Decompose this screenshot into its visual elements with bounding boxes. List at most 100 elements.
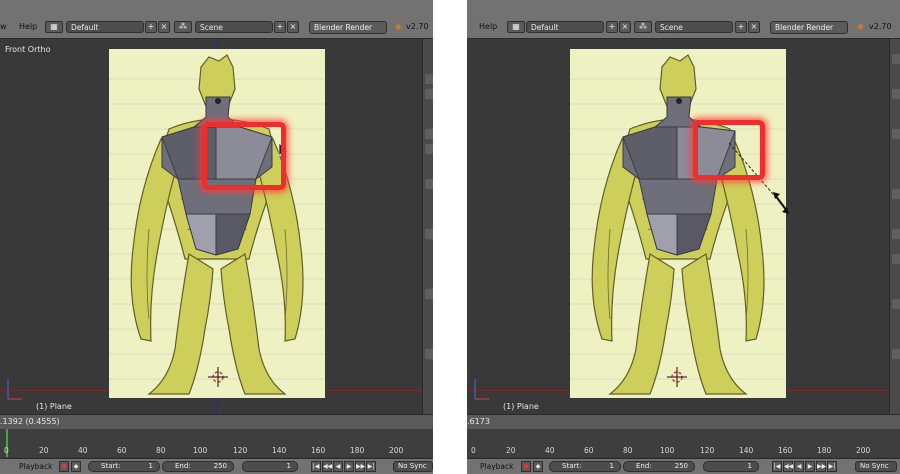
tick-label: 40: [78, 446, 88, 455]
scene-field[interactable]: Scene: [655, 21, 733, 33]
help-menu[interactable]: Help: [479, 22, 497, 32]
sidebar-button[interactable]: [425, 289, 433, 299]
sidebar-button[interactable]: [892, 229, 900, 239]
scene-field[interactable]: Scene: [195, 21, 273, 33]
tick-label: 100: [660, 446, 675, 455]
jump-end-icon[interactable]: ▶|: [366, 461, 376, 472]
sidebar-button[interactable]: [425, 144, 433, 154]
sidebar-button[interactable]: [892, 54, 900, 64]
sidebar-button[interactable]: [425, 129, 433, 139]
jump-keyframe-forward-icon[interactable]: ▶▶: [816, 461, 826, 472]
record-icon[interactable]: ●: [59, 461, 69, 472]
scene-icon[interactable]: ⁂: [174, 21, 192, 33]
play-reverse-icon[interactable]: ◀: [333, 461, 343, 472]
3d-viewport[interactable]: Front Ortho (1) Plane: [0, 39, 422, 414]
status-bar: .1392 (0.4555): [0, 414, 433, 429]
timeline[interactable]: [467, 429, 900, 457]
render-engine-select[interactable]: Blender Render: [770, 21, 848, 34]
layout-field[interactable]: Default: [66, 21, 144, 33]
sidebar-button[interactable]: [425, 89, 433, 99]
properties-sidebar[interactable]: [889, 39, 900, 414]
tick-label: 120: [700, 446, 715, 455]
view-menu-fragment[interactable]: w: [0, 22, 7, 32]
right-screenshot: Help ▦ Default + × ⁂ Scene + × Blender R…: [467, 0, 900, 474]
close-icon[interactable]: ×: [287, 21, 299, 33]
play-icon[interactable]: ▶: [805, 461, 815, 472]
start-frame-field[interactable]: Start: 1: [549, 461, 621, 472]
status-readout: .6173: [467, 417, 490, 426]
tick-label: 40: [545, 446, 555, 455]
current-frame-field[interactable]: 1: [242, 461, 298, 472]
jump-start-icon[interactable]: |◀: [311, 461, 321, 472]
timeline[interactable]: [0, 429, 433, 457]
keyframe-icon[interactable]: ◆: [71, 461, 81, 472]
sidebar-button[interactable]: [425, 229, 433, 239]
close-icon[interactable]: ×: [619, 21, 631, 33]
timeline-footer: Playback ● ◆ Start: 1 End: 250 1 |◀ ◀◀ ◀ ▶…: [467, 458, 900, 474]
sidebar-button[interactable]: [425, 349, 433, 359]
sidebar-button[interactable]: [892, 299, 900, 309]
mesh-overlay: [474, 96, 789, 400]
tick-label: 80: [156, 446, 166, 455]
record-icon[interactable]: ●: [521, 461, 531, 472]
version-label: v2.70: [869, 22, 892, 31]
help-menu[interactable]: Help: [19, 22, 37, 32]
axis-gizmo: [7, 379, 22, 400]
jump-keyframe-back-icon[interactable]: ◀◀: [783, 461, 793, 472]
sidebar-button[interactable]: [892, 349, 900, 359]
sidebar-button[interactable]: [892, 129, 900, 139]
jump-keyframe-back-icon[interactable]: ◀◀: [322, 461, 332, 472]
version-label: v2.70: [406, 22, 429, 31]
sidebar-button[interactable]: [425, 74, 433, 84]
tick-label: 160: [778, 446, 793, 455]
add-icon[interactable]: +: [606, 21, 618, 33]
close-icon[interactable]: ×: [748, 21, 760, 33]
sidebar-button[interactable]: [425, 179, 433, 189]
tick-label: 0: [471, 446, 476, 455]
jump-keyframe-forward-icon[interactable]: ▶▶: [355, 461, 365, 472]
properties-sidebar[interactable]: [422, 39, 433, 414]
sync-select[interactable]: No Sync: [393, 461, 433, 472]
tick-label: 140: [739, 446, 754, 455]
end-frame-field[interactable]: End: 250: [623, 461, 695, 472]
start-frame-field[interactable]: Start: 1: [88, 461, 160, 472]
axis-gizmo: [474, 379, 489, 400]
status-bar: .6173: [467, 414, 900, 429]
3d-viewport[interactable]: (1) Plane: [467, 39, 889, 414]
tick-label: 60: [117, 446, 127, 455]
current-frame-field[interactable]: 1: [703, 461, 759, 472]
add-icon[interactable]: +: [735, 21, 747, 33]
object-name: (1) Plane: [503, 402, 539, 411]
mesh-overlay: [7, 96, 289, 400]
blender-logo-icon: ◉: [395, 22, 402, 31]
tick-label: 160: [311, 446, 326, 455]
tick-label: 120: [233, 446, 248, 455]
sidebar-button[interactable]: [892, 89, 900, 99]
playback-menu[interactable]: Playback: [19, 462, 52, 471]
add-icon[interactable]: +: [274, 21, 286, 33]
jump-start-icon[interactable]: |◀: [772, 461, 782, 472]
tick-label: 140: [272, 446, 287, 455]
view-name: Front Ortho: [5, 45, 51, 54]
sidebar-button[interactable]: [892, 254, 900, 264]
layout-field[interactable]: Default: [526, 21, 604, 33]
left-screenshot: w Help ▦ Default + × ⁂ Scene + × Blender…: [0, 0, 433, 474]
jump-end-icon[interactable]: ▶|: [827, 461, 837, 472]
render-engine-select[interactable]: Blender Render: [309, 21, 387, 34]
play-reverse-icon[interactable]: ◀: [794, 461, 804, 472]
keyframe-icon[interactable]: ◆: [533, 461, 543, 472]
timeline-footer: Playback ● ◆ Start: 1 End: 250 1 |◀ ◀◀ ◀ ▶…: [0, 458, 433, 474]
close-icon[interactable]: ×: [158, 21, 170, 33]
end-frame-field[interactable]: End: 250: [162, 461, 234, 472]
add-icon[interactable]: +: [145, 21, 157, 33]
layout-icon[interactable]: ▦: [45, 21, 63, 33]
playback-menu[interactable]: Playback: [480, 462, 513, 471]
object-name: (1) Plane: [36, 402, 72, 411]
sync-select[interactable]: No Sync: [855, 461, 897, 472]
tick-label: 20: [39, 446, 49, 455]
sidebar-button[interactable]: [892, 189, 900, 199]
tick-label: 100: [193, 446, 208, 455]
layout-icon[interactable]: ▦: [507, 21, 525, 33]
scene-icon[interactable]: ⁂: [634, 21, 652, 33]
play-icon[interactable]: ▶: [344, 461, 354, 472]
